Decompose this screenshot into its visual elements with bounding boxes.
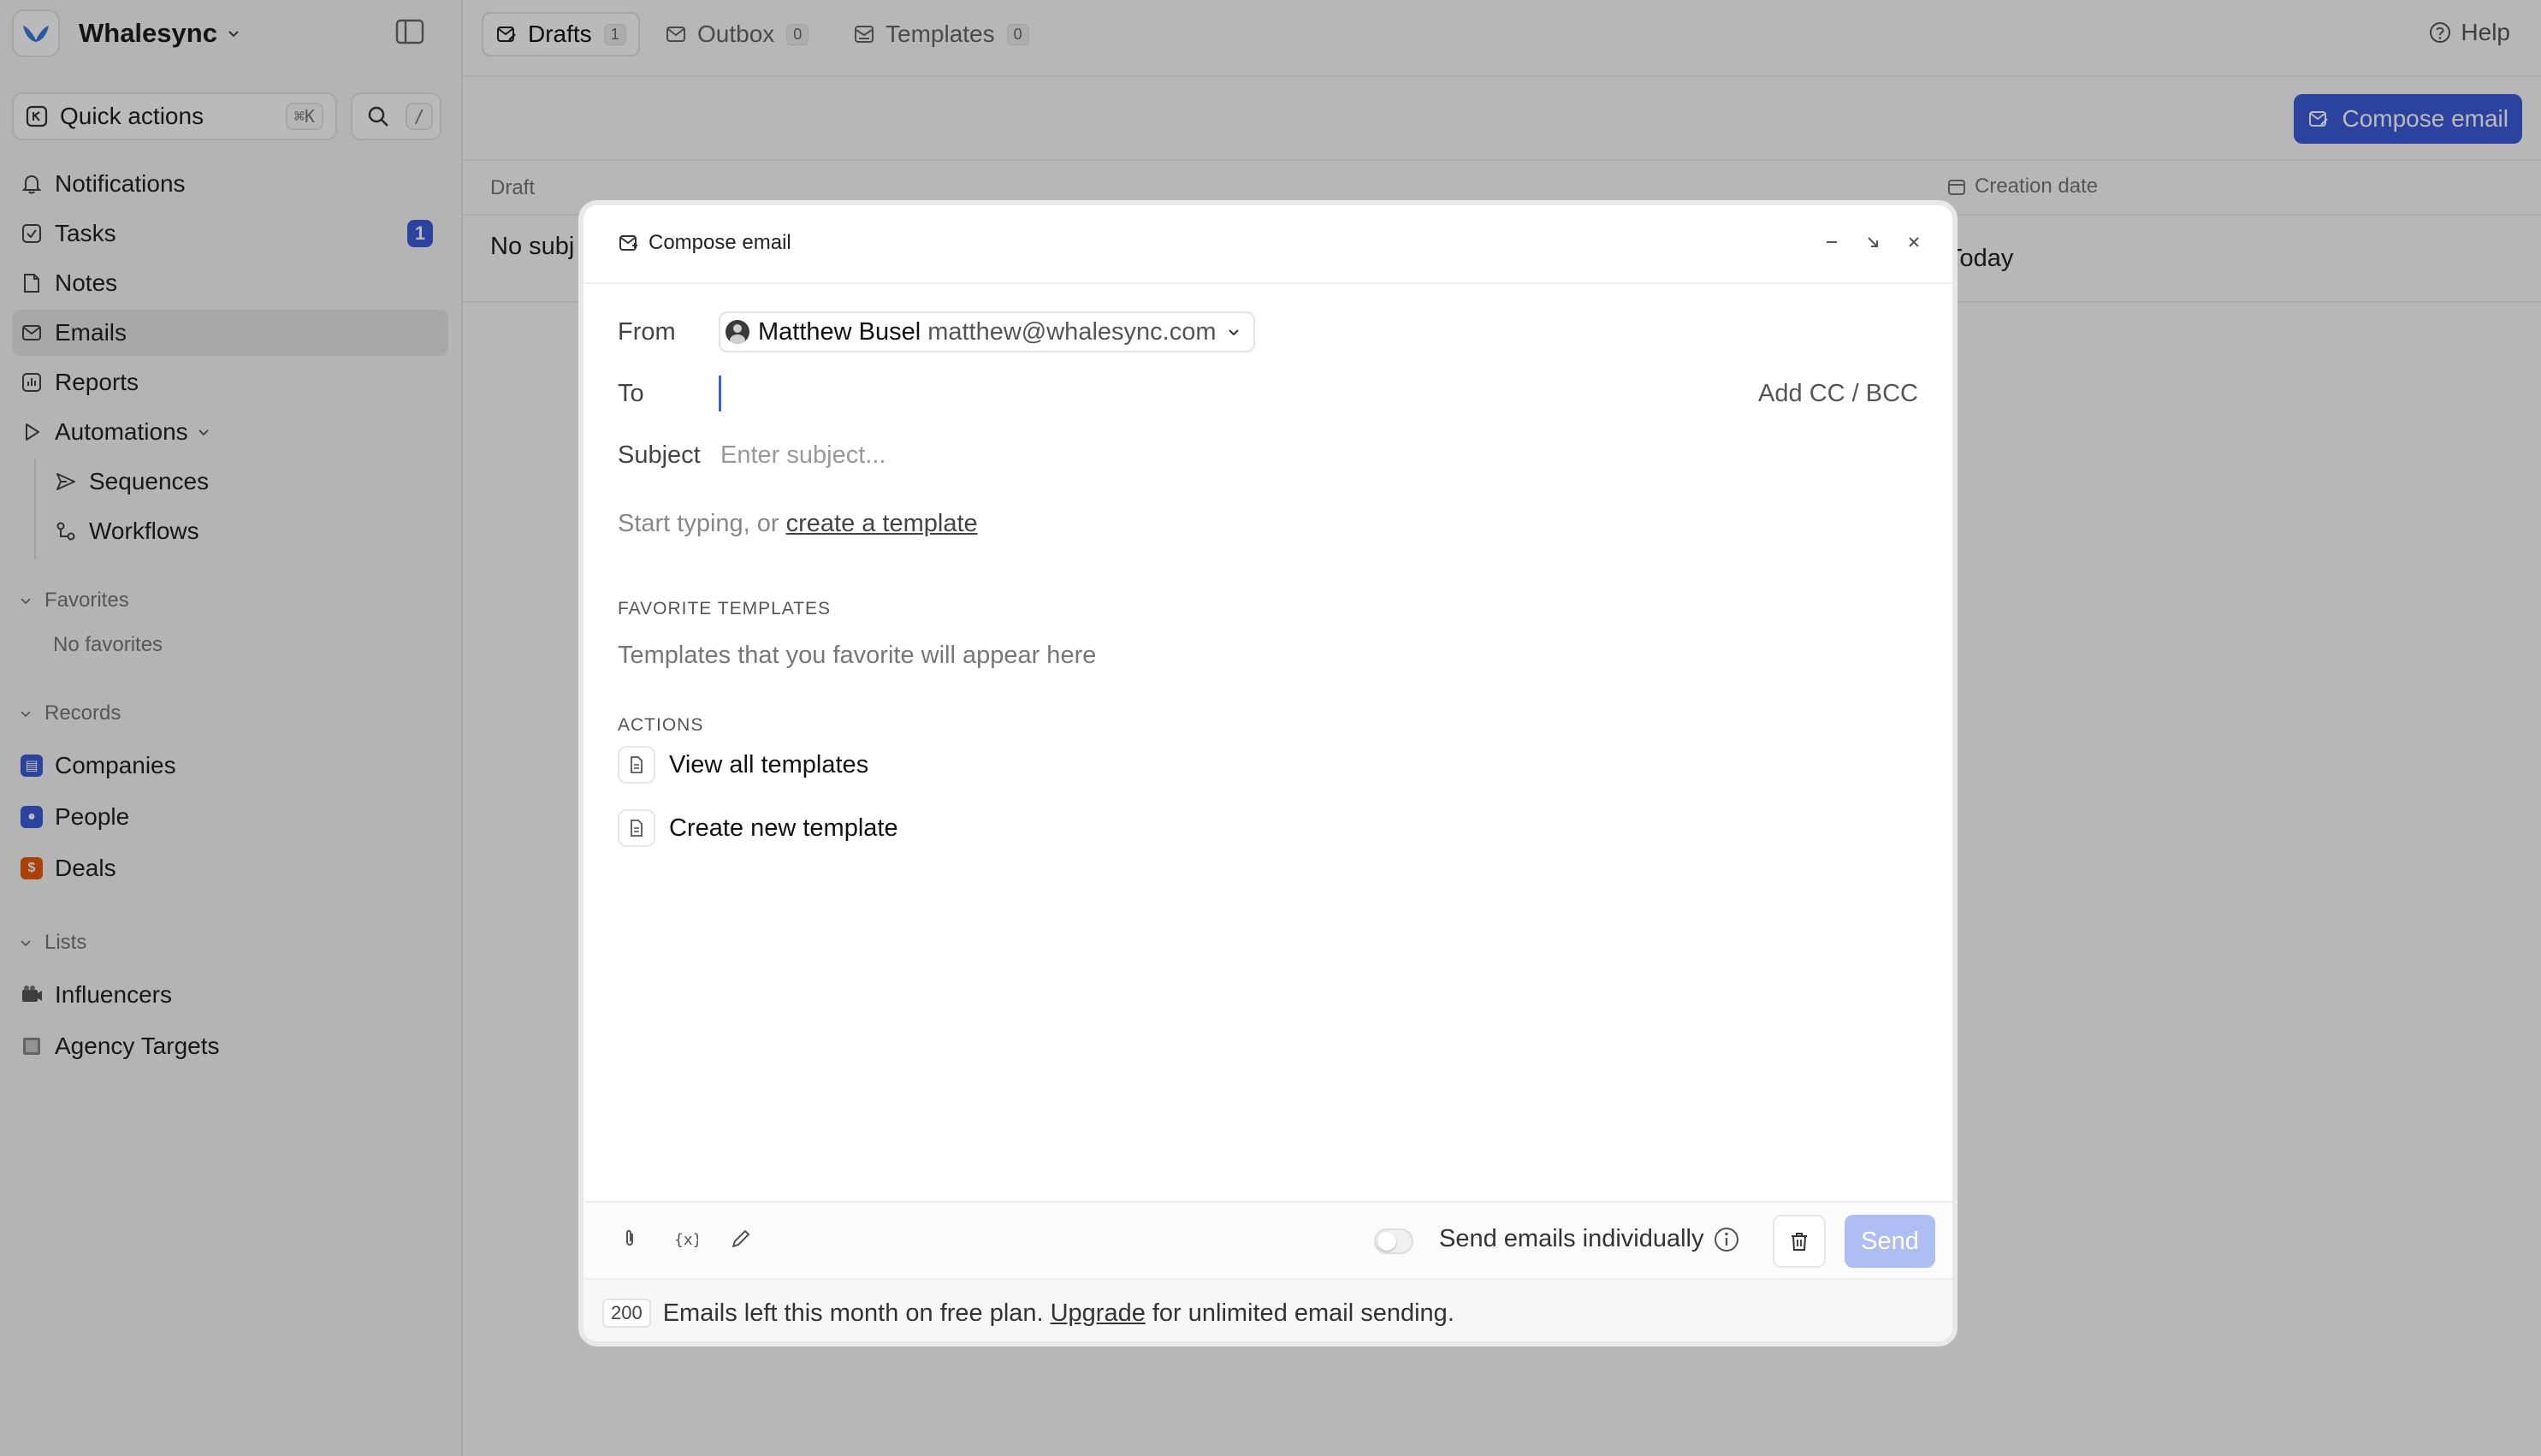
subject-label: Subject — [618, 441, 701, 469]
to-label: To — [618, 379, 644, 407]
variable-icon[interactable]: {x} — [672, 1227, 698, 1251]
send-individually-toggle[interactable] — [1374, 1228, 1413, 1254]
paperclip-icon[interactable] — [618, 1227, 642, 1251]
close-icon[interactable] — [1904, 233, 1923, 252]
upgrade-suffix: for unlimited email sending. — [1152, 1299, 1454, 1327]
create-template-link[interactable]: create a template — [786, 510, 978, 537]
from-select[interactable]: Matthew Busel matthew@whalesync.com — [719, 311, 1256, 352]
favorite-templates-empty: Templates that you favorite will appear … — [618, 642, 1097, 669]
view-all-templates-action[interactable]: View all templates — [618, 744, 868, 785]
emails-left-text: Emails left this month on free plan. — [662, 1299, 1044, 1327]
from-name: Matthew Busel — [758, 317, 921, 346]
app-window: Whalesync Quick actions ⌘K / Notificatio… — [0, 0, 2541, 1456]
send-individually-label: Send emails individually — [1439, 1225, 1704, 1252]
send-button[interactable]: Send — [1845, 1215, 1935, 1268]
modal-footer: {x} Send emails individually Send — [583, 1201, 1952, 1278]
actions-heading: ACTIONS — [618, 715, 704, 735]
compose-email-modal: Compose email From Matthew Busel matthew… — [578, 200, 1958, 1347]
shrink-icon[interactable] — [1863, 233, 1882, 252]
emails-left-count: 200 — [602, 1299, 651, 1328]
document-icon — [618, 809, 655, 847]
editor-tools: {x} — [618, 1227, 753, 1251]
action-label: View all templates — [669, 750, 869, 778]
info-icon[interactable] — [1713, 1226, 1740, 1253]
subject-input[interactable] — [719, 437, 1918, 473]
trash-icon — [1788, 1230, 1810, 1252]
modal-header: Compose email — [583, 205, 1952, 284]
body-hint: Start typing, or — [618, 510, 779, 537]
plan-usage-row: 200 Emails left this month on free plan.… — [602, 1299, 1454, 1328]
window-controls — [1822, 233, 1923, 252]
to-row: To Add CC / BCC — [618, 368, 1918, 419]
modal-title: Compose email — [618, 231, 791, 255]
minimize-icon[interactable] — [1822, 233, 1841, 252]
document-icon — [618, 746, 655, 784]
chevron-down-icon — [1226, 324, 1241, 340]
from-row: From Matthew Busel matthew@whalesync.com — [618, 306, 1918, 358]
signature-pen-icon[interactable] — [729, 1227, 753, 1251]
subject-row: Subject — [618, 429, 1918, 481]
from-email: matthew@whalesync.com — [927, 317, 1217, 346]
from-label: From — [618, 317, 676, 346]
compose-icon — [618, 232, 640, 254]
upgrade-link[interactable]: Upgrade — [1051, 1299, 1146, 1328]
action-label: Create new template — [669, 814, 898, 842]
svg-text:{x}: {x} — [674, 1231, 698, 1249]
favorite-templates-heading: FAVORITE TEMPLATES — [618, 599, 832, 619]
avatar — [726, 320, 749, 344]
send-individually: Send emails individually — [1439, 1225, 1740, 1253]
delete-draft-button[interactable] — [1773, 1215, 1826, 1268]
body-editor[interactable]: Start typing, or create a template — [618, 510, 978, 538]
modal-title-text: Compose email — [649, 231, 791, 254]
plan-usage-note: 200 Emails left this month on free plan.… — [583, 1278, 1952, 1341]
create-new-template-action[interactable]: Create new template — [618, 808, 898, 849]
to-input[interactable] — [719, 376, 1759, 411]
add-cc-bcc-button[interactable]: Add CC / BCC — [1758, 380, 1918, 408]
